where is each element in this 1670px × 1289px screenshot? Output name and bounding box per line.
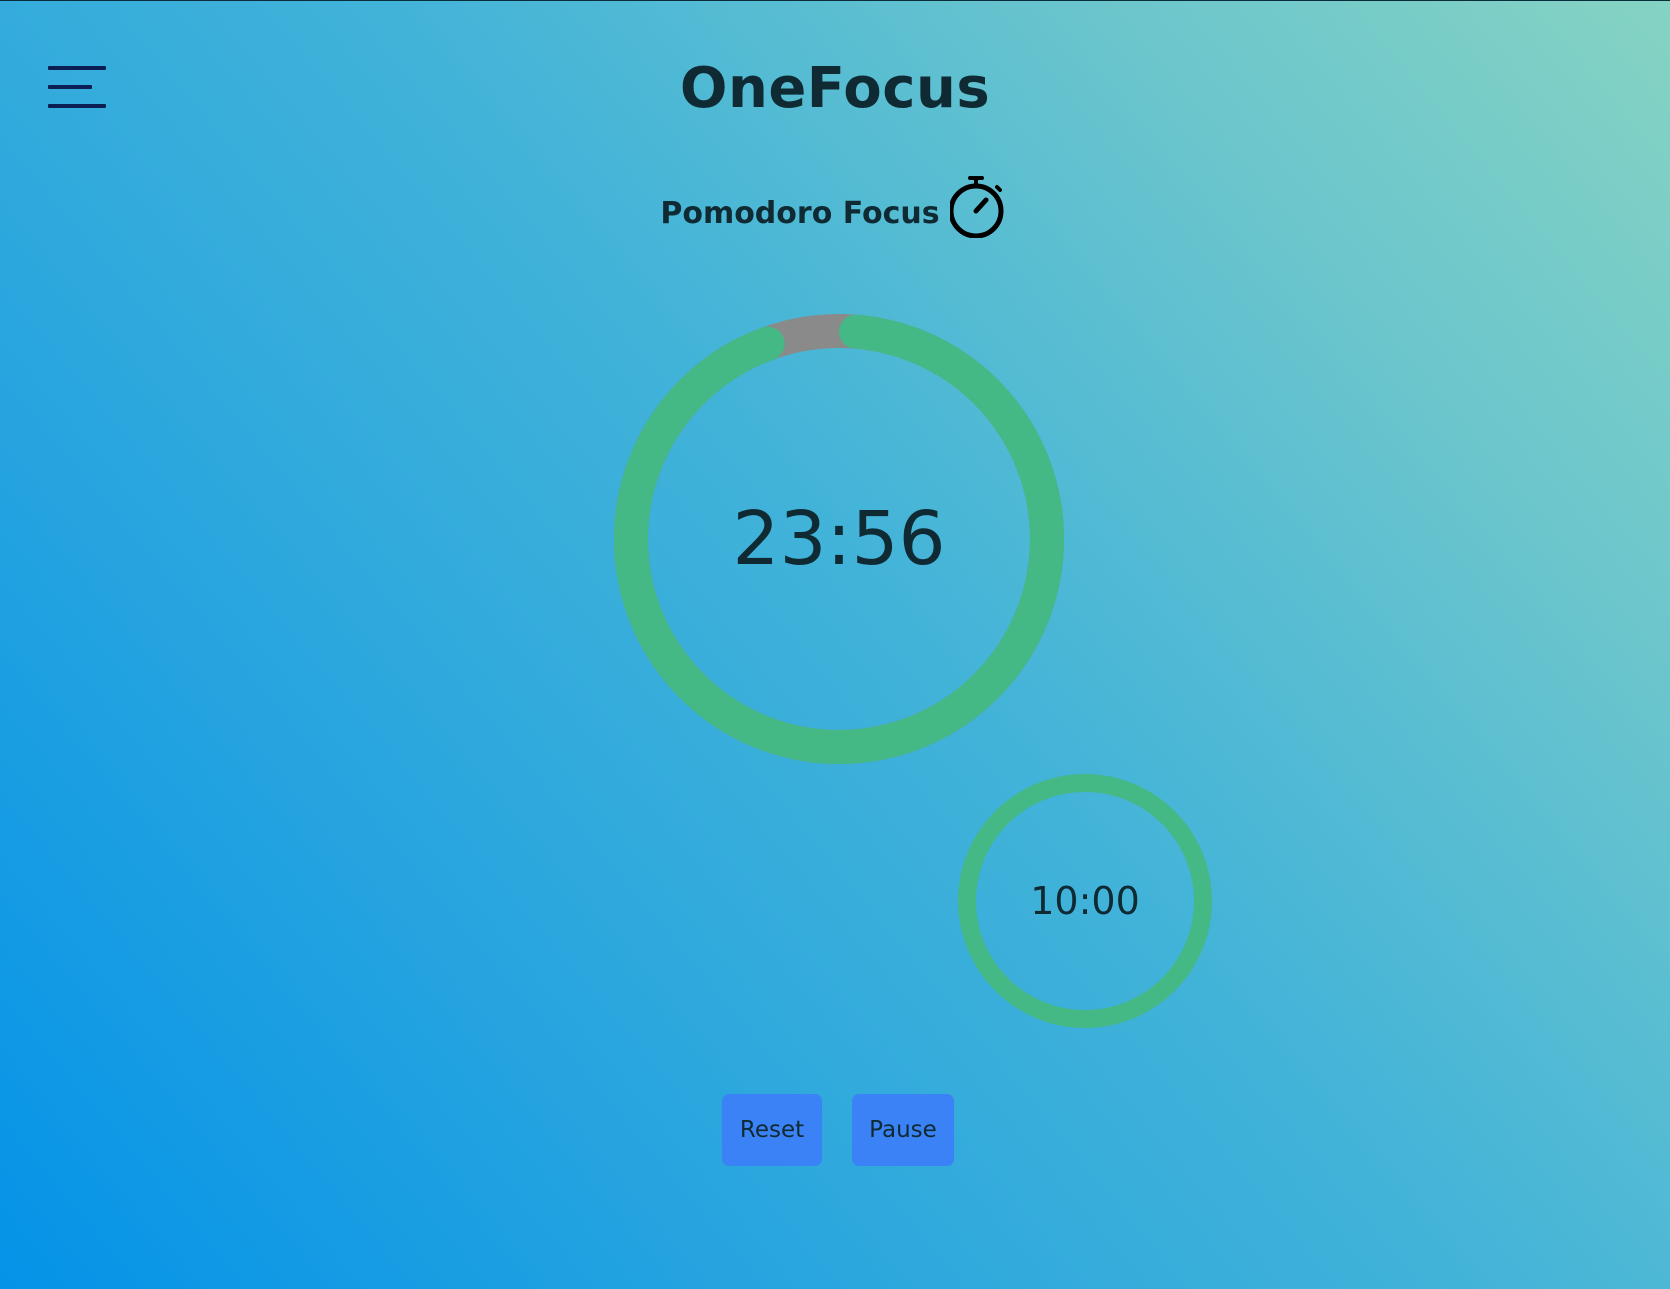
mode-label: Pomodoro Focus: [660, 195, 940, 231]
stopwatch-icon: [949, 176, 1004, 238]
reset-button[interactable]: Reset: [722, 1094, 822, 1166]
pause-button[interactable]: Pause: [852, 1094, 954, 1166]
focus-time-display: 23:56: [732, 496, 946, 582]
app-title: OneFocus: [679, 56, 991, 121]
top-border: [0, 0, 1670, 1]
break-time-display: 10:00: [1030, 879, 1140, 923]
mode-header: Pomodoro Focus: [0, 176, 1670, 238]
